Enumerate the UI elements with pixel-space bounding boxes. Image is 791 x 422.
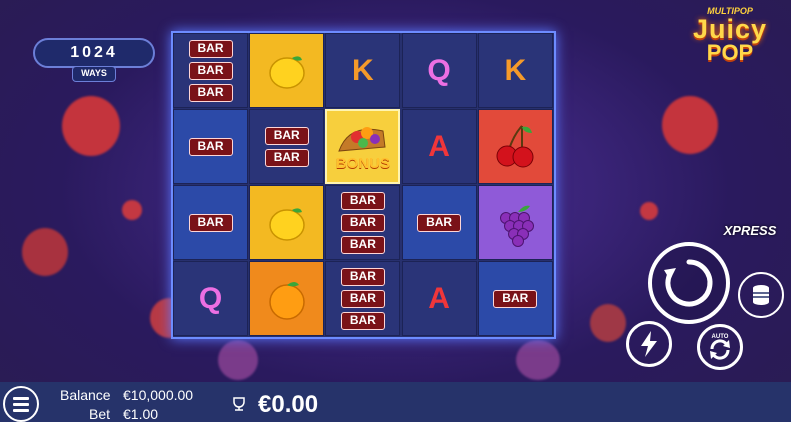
bar-symbol: BAR — [188, 213, 233, 232]
reel-cell: A — [401, 109, 477, 184]
ways-label: WAYS — [72, 66, 116, 82]
reel-cell: A — [401, 261, 477, 336]
reel-cell: Q — [401, 33, 477, 108]
reel-cell: BAR BAR — [249, 109, 325, 184]
bottom-bar — [0, 382, 791, 422]
bar-symbol: BAR — [264, 148, 309, 167]
autoplay-arrows-icon — [710, 339, 730, 360]
balance-label: Balance — [60, 387, 111, 403]
reel-cell: BAR — [477, 261, 553, 336]
bg-plum-bottom — [218, 340, 258, 380]
bar-symbol: BAR — [188, 61, 233, 80]
coins-icon — [753, 285, 769, 305]
bet-coins-button[interactable] — [738, 272, 784, 318]
bar-symbol: BAR — [188, 137, 233, 156]
reel-grid: BAR BAR BAR K Q K BAR BAR BAR BONUS A BAR BAR BAR BAR B… — [171, 31, 556, 339]
turbo-button[interactable] — [626, 321, 672, 367]
reel-cell: BAR — [173, 185, 248, 260]
reel-cell: BAR BAR BAR — [325, 261, 401, 336]
bar-symbol: BAR — [188, 39, 233, 58]
bg-berry-right-small — [640, 202, 658, 220]
reel-cell: K — [325, 33, 401, 108]
bar-symbol: BAR — [340, 267, 385, 286]
reel-cell — [249, 33, 325, 108]
bg-strawberry-left-lower — [22, 228, 68, 276]
lemon-icon — [268, 207, 305, 241]
letter-symbol-k: K — [504, 53, 527, 87]
orange-icon — [268, 281, 305, 320]
reel-cell — [249, 185, 325, 260]
bg-plum-bottom-right — [516, 340, 560, 380]
bg-strawberry-left — [62, 96, 120, 156]
reel-cell: BAR — [173, 109, 248, 184]
autoplay-button[interactable]: AUTO — [697, 324, 743, 370]
reel-cell: BONUS — [325, 109, 401, 184]
bet-label: Bet — [89, 406, 111, 422]
menu-icon-line — [13, 409, 29, 412]
bet-value: €1.00 — [123, 406, 159, 422]
bar-symbol: BAR — [417, 213, 462, 232]
reel-cell: BAR — [401, 185, 477, 260]
xpress-label: XPRESS — [723, 222, 777, 238]
xpress-button[interactable]: XPRESS — [718, 212, 782, 248]
grape-icon — [500, 205, 535, 247]
bar-symbol: BAR — [493, 289, 538, 308]
letter-symbol-a: A — [428, 129, 450, 163]
letter-symbol-q: Q — [198, 281, 223, 315]
balance-value: €10,000.00 — [123, 387, 194, 403]
menu-button[interactable] — [3, 386, 39, 422]
reel-cell — [477, 109, 553, 184]
spin-button[interactable] — [648, 242, 730, 324]
win-amount: €0.00 — [258, 391, 319, 418]
reel-cell — [249, 261, 325, 336]
cherry-icon — [496, 124, 534, 167]
spin-arrows-icon — [664, 259, 713, 307]
ways-counter: 1024 — [33, 38, 155, 68]
bar-symbol: BAR — [264, 126, 309, 145]
letter-symbol-a: A — [428, 281, 450, 315]
bg-berry-right-lower — [590, 304, 626, 342]
bar-symbol: BAR — [340, 213, 385, 232]
letter-symbol-q: Q — [427, 53, 451, 87]
bg-berry-small — [122, 200, 142, 220]
menu-icon-line — [13, 397, 29, 400]
lightning-icon — [641, 331, 657, 357]
lemon-icon — [268, 55, 305, 89]
reel-cell: BAR BAR BAR — [325, 185, 401, 260]
bar-symbol: BAR — [340, 191, 385, 210]
reel-cell: BAR BAR BAR — [173, 33, 248, 108]
bg-strawberry-right — [662, 96, 718, 154]
menu-icon-line — [13, 403, 29, 406]
trophy-icon — [231, 396, 247, 417]
reel-cell: K — [477, 33, 553, 108]
logo-juicy: Juicy — [692, 14, 768, 44]
bar-symbol: BAR — [340, 289, 385, 308]
bar-symbol: BAR — [340, 235, 385, 254]
bar-symbol: BAR — [188, 83, 233, 102]
bonus-label: BONUS — [335, 155, 390, 172]
reel-cell: Q — [173, 261, 248, 336]
letter-symbol-k: K — [352, 53, 374, 87]
logo-pop: POP — [706, 40, 754, 65]
reel-cell — [477, 185, 553, 260]
game-logo: MULTIPOP Juicy POP — [680, 6, 780, 86]
bar-symbol: BAR — [340, 311, 385, 330]
